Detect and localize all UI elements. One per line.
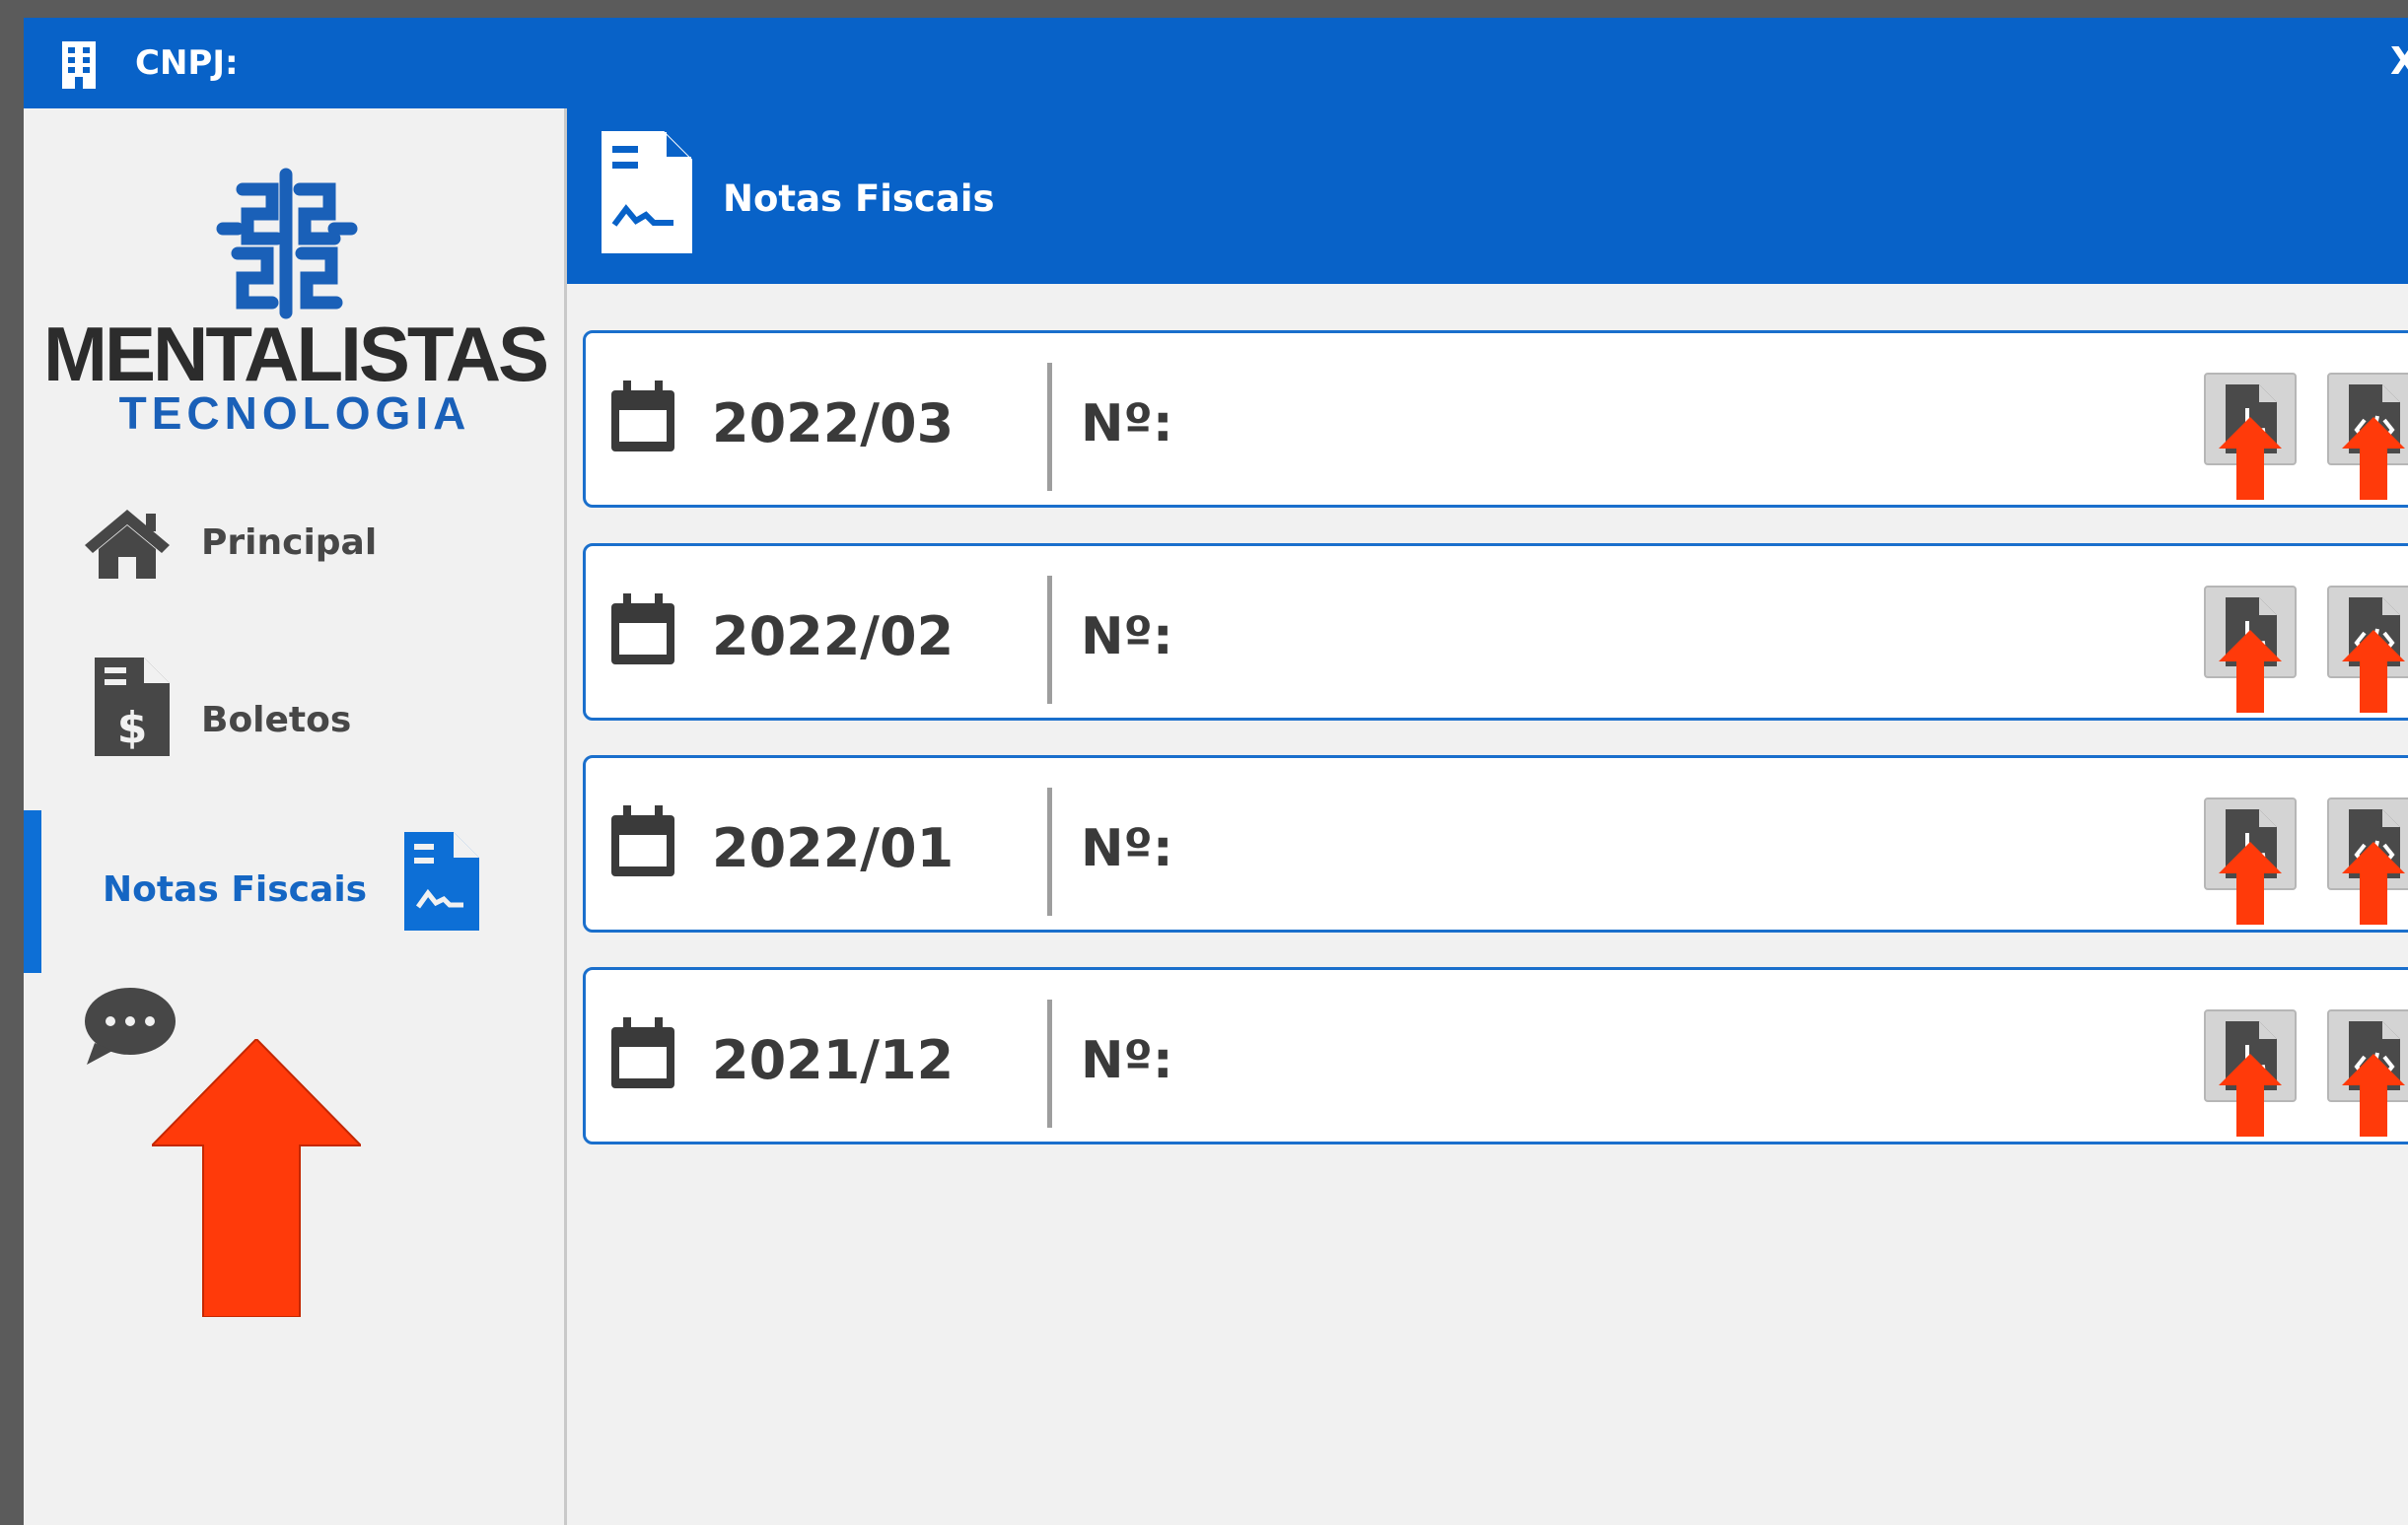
logo-subtitle: TECNOLOGIA xyxy=(118,387,471,439)
calendar-icon xyxy=(611,381,674,451)
logo-wordmark: MENTALISTAS xyxy=(43,311,549,397)
active-indicator xyxy=(24,810,41,973)
note-card: 2022/03 Nº: xyxy=(583,330,2408,508)
sidebar-item-principal[interactable]: Principal xyxy=(24,498,564,626)
divider xyxy=(1047,576,1052,704)
main-content: Notas Fiscais 2022/03 Nº: 2022/02 Nº: 20… xyxy=(567,108,2408,1525)
sidebar: MENTALISTAS TECNOLOGIA Principal $ Bolet… xyxy=(24,108,567,1525)
sidebar-item-boletos[interactable]: $ Boletos xyxy=(24,656,564,784)
sidebar-item-label: Notas Fiscais xyxy=(103,869,368,910)
divider xyxy=(1047,788,1052,916)
note-number-label: Nº: xyxy=(1081,607,1173,666)
note-period: 2022/03 xyxy=(712,392,955,454)
app-window: CNPJ: X MENTALISTAS TECNOLOGIA Principal xyxy=(24,18,2408,1525)
red-arrow-annotation xyxy=(2342,417,2405,500)
note-period: 2022/02 xyxy=(712,605,955,667)
calendar-icon xyxy=(611,805,674,876)
red-arrow-annotation xyxy=(2342,1054,2405,1137)
note-period: 2021/12 xyxy=(712,1029,955,1091)
red-arrow-annotation xyxy=(2342,842,2405,925)
red-arrow-annotation xyxy=(2219,417,2282,500)
building-icon xyxy=(62,41,96,89)
divider xyxy=(1047,1000,1052,1128)
svg-text:$: $ xyxy=(117,703,148,753)
sidebar-item-notas-fiscais[interactable]: Notas Fiscais xyxy=(24,810,564,973)
note-card: 2022/01 Nº: xyxy=(583,755,2408,933)
divider xyxy=(1047,363,1052,491)
page-title: Notas Fiscais xyxy=(723,177,995,220)
note-number-label: Nº: xyxy=(1081,1031,1173,1090)
red-arrow-annotation xyxy=(2219,1054,2282,1137)
note-period: 2022/01 xyxy=(712,817,955,879)
note-number-label: Nº: xyxy=(1081,819,1173,878)
red-arrow-annotation xyxy=(2342,630,2405,713)
invoice-signature-icon xyxy=(602,131,692,253)
note-card: 2022/02 Nº: xyxy=(583,543,2408,721)
red-arrow-annotation xyxy=(2219,630,2282,713)
window-title: CNPJ: xyxy=(135,43,239,83)
sidebar-item-label: Principal xyxy=(201,522,378,563)
sidebar-item-label: Boletos xyxy=(201,700,352,740)
calendar-icon xyxy=(611,593,674,664)
red-arrow-annotation xyxy=(152,1039,361,1317)
note-card: 2021/12 Nº: xyxy=(583,967,2408,1144)
home-icon xyxy=(85,510,170,579)
close-button[interactable]: X xyxy=(2390,39,2408,83)
invoice-dollar-icon: $ xyxy=(95,658,170,756)
calendar-icon xyxy=(611,1017,674,1088)
page-header: Notas Fiscais xyxy=(567,108,2408,284)
invoice-signature-icon xyxy=(404,832,479,931)
red-arrow-annotation xyxy=(2219,842,2282,925)
note-number-label: Nº: xyxy=(1081,394,1173,453)
title-bar: CNPJ: X xyxy=(24,18,2408,108)
brain-logo-icon xyxy=(216,168,358,319)
